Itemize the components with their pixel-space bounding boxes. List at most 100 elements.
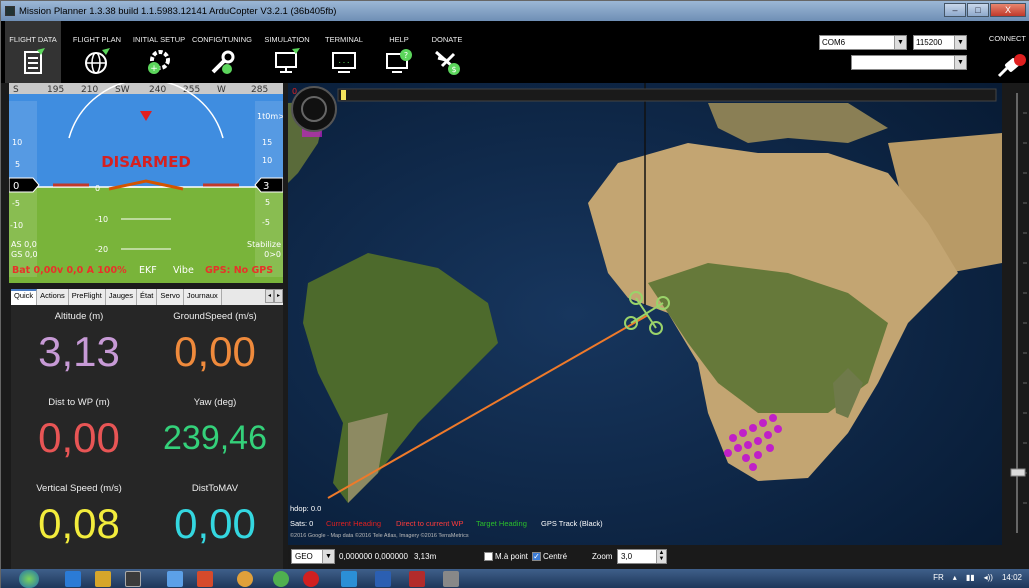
- satellite-map[interactable]: 0 hdop: 0.0 Sats: 0 Current Heading Dire…: [288, 83, 1002, 545]
- app-taskbar-icon-4[interactable]: [409, 571, 425, 587]
- pitch-label-10: -10: [95, 215, 108, 224]
- map-top-slider[interactable]: [337, 88, 997, 102]
- compass-mark: SW: [115, 85, 130, 95]
- tab-actions[interactable]: Actions: [37, 289, 69, 305]
- tab-scroll-left-icon[interactable]: ◂: [265, 289, 274, 303]
- connect-plug-icon[interactable]: [995, 52, 1027, 80]
- map-zoom-slider[interactable]: [1002, 83, 1029, 545]
- compass-mark: 285: [251, 85, 268, 95]
- hud-sky: [9, 83, 283, 187]
- legend-direct-to-wp: Direct to current WP: [396, 519, 464, 528]
- flight-mode-sub: 0>0: [264, 250, 281, 259]
- quick-groundspeed[interactable]: GroundSpeed (m/s) 0,00: [147, 305, 283, 393]
- airspeed-label: AS 0,0: [11, 240, 37, 249]
- chevron-down-icon: ▼: [954, 56, 966, 69]
- compass-mark: 210: [81, 85, 98, 95]
- gps-status: GPS: No GPS: [205, 265, 273, 276]
- map-corner-marker: 0: [292, 87, 297, 96]
- quick-altitude[interactable]: Altitude (m) 3,13: [11, 305, 147, 393]
- skype-icon[interactable]: [341, 571, 357, 587]
- vibe-status[interactable]: Vibe: [173, 265, 194, 276]
- app-icon: [5, 6, 15, 16]
- mission-planner-window: Mission Planner 1.3.38 build 1.1.5983.12…: [0, 0, 1029, 588]
- hud-left-scale-4: -10: [10, 221, 23, 230]
- tab-scroll-right-icon[interactable]: ▸: [274, 289, 283, 303]
- maximize-button[interactable]: □: [967, 3, 989, 17]
- menu-donate[interactable]: DONATE $: [425, 21, 469, 83]
- compass-mark: 195: [47, 85, 64, 95]
- language-indicator[interactable]: FR: [933, 573, 944, 582]
- tab-quick[interactable]: Quick: [11, 289, 38, 305]
- donate-plane-icon: $: [435, 50, 460, 75]
- mission-planner-taskbar-icon[interactable]: [125, 571, 141, 587]
- centre-checkbox[interactable]: ✓: [532, 552, 541, 562]
- tray-arrow-icon[interactable]: ▴: [953, 573, 957, 582]
- baud-rate-select[interactable]: 115200 ▼: [913, 35, 967, 50]
- legend-current-heading: Current Heading: [326, 519, 382, 528]
- artificial-horizon-hud: S 195 210 SW 240 255 W 285 10 5 -5 -10 15 10 5 …: [9, 83, 283, 283]
- chevron-down-icon: ▼: [894, 36, 906, 49]
- ekf-status[interactable]: EKF: [139, 265, 157, 276]
- network-icon[interactable]: ▮▮: [966, 573, 975, 582]
- quick-vertical-speed[interactable]: Vertical Speed (m/s) 0,08: [11, 477, 147, 565]
- map-compass-icon[interactable]: [291, 86, 337, 132]
- menu-initial-setup[interactable]: INITIAL SETUP +: [127, 21, 191, 83]
- zoom-input[interactable]: 3,0 ▲ ▼: [617, 549, 667, 564]
- hud-left-scale-3: -5: [12, 199, 20, 208]
- quick-view-panel: Altitude (m) 3,13 GroundSpeed (m/s) 0,00…: [11, 305, 283, 569]
- map-point-toggle[interactable]: M.à point: [484, 552, 528, 562]
- start-button-icon[interactable]: [19, 570, 39, 588]
- pitch-label-20: -20: [95, 245, 108, 254]
- quick-dist-to-mav[interactable]: DistToMAV 0,00: [147, 477, 283, 565]
- tab-jauges[interactable]: Jauges: [105, 289, 137, 305]
- compass-mark: 240: [149, 85, 166, 95]
- title-bar: Mission Planner 1.3.38 build 1.1.5983.12…: [1, 1, 1029, 21]
- zoom-label: Zoom: [592, 552, 613, 561]
- cursor-coordinates: 0,000000 0,000000: [339, 552, 408, 561]
- quick-dist-to-wp[interactable]: Dist to WP (m) 0,00: [11, 391, 147, 479]
- link-select[interactable]: ▼: [851, 55, 967, 70]
- menu-config-tuning[interactable]: CONFIG/TUNING: [191, 21, 253, 83]
- centre-toggle[interactable]: ✓ Centré: [532, 552, 567, 562]
- menu-terminal[interactable]: TERMINAL ...: [319, 21, 369, 83]
- quick-yaw[interactable]: Yaw (deg) 239,46: [147, 391, 283, 479]
- ie-icon[interactable]: [65, 571, 81, 587]
- clock[interactable]: 14:02: [1002, 573, 1022, 582]
- close-button[interactable]: X: [990, 3, 1026, 17]
- chevron-down-icon: ▼: [322, 550, 334, 563]
- zoom-slider-thumb[interactable]: [1010, 468, 1026, 477]
- media-player-icon[interactable]: [197, 571, 213, 587]
- hud-left-scale-1: 10: [12, 138, 22, 147]
- menu-help[interactable]: HELP ?: [377, 21, 421, 83]
- simulation-monitor-icon: [275, 48, 300, 73]
- legend-gps-track: GPS Track (Black): [541, 519, 603, 528]
- menu-flight-data[interactable]: FLIGHT DATA: [5, 21, 61, 83]
- minimize-button[interactable]: –: [944, 3, 966, 17]
- hud-right-scale-2: 10: [262, 156, 272, 165]
- tab-journaux[interactable]: Journaux: [183, 289, 222, 305]
- explorer-icon[interactable]: [95, 571, 111, 587]
- setup-gear-icon: +: [148, 50, 170, 74]
- app-taskbar-icon-1[interactable]: [167, 571, 183, 587]
- tab-servo[interactable]: Servo: [157, 289, 184, 305]
- volume-icon[interactable]: ◂)): [984, 573, 993, 582]
- chrome-icon[interactable]: [237, 571, 253, 587]
- map-point-checkbox[interactable]: [484, 552, 493, 562]
- hdop-readout: hdop: 0.0: [290, 504, 322, 513]
- menu-flight-plan[interactable]: FLIGHT PLAN: [69, 21, 125, 83]
- zoom-stepper-icon[interactable]: ▲ ▼: [656, 550, 666, 563]
- altitude-readout: 3: [263, 181, 269, 192]
- word-icon[interactable]: [375, 571, 391, 587]
- com-port-select[interactable]: COM6 ▼: [819, 35, 907, 50]
- arm-status: DISARMED: [101, 153, 191, 171]
- flight-data-icon: [24, 48, 45, 74]
- app-taskbar-icon-3[interactable]: [303, 571, 319, 587]
- hud-right-scale-1: 15: [262, 138, 272, 147]
- tab-preflight[interactable]: PreFlight: [68, 289, 106, 305]
- flight-mode: Stabilize: [247, 240, 281, 249]
- menu-simulation[interactable]: SIMULATION: [259, 21, 315, 83]
- coordinate-format-select[interactable]: GEO ▼: [291, 549, 335, 564]
- tab-etat[interactable]: État: [136, 289, 158, 305]
- app-taskbar-icon-5[interactable]: [443, 571, 459, 587]
- app-taskbar-icon-2[interactable]: [273, 571, 289, 587]
